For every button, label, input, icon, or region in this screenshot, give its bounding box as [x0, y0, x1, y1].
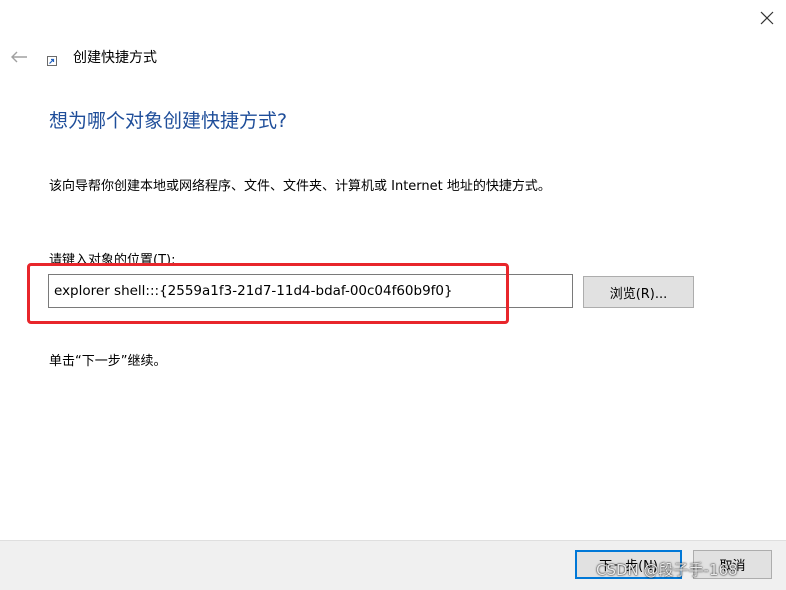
continue-hint: 单击“下一步”继续。 — [49, 354, 167, 369]
shortcut-icon — [47, 56, 57, 66]
cancel-button[interactable]: 取消 — [693, 550, 772, 579]
location-input[interactable] — [48, 274, 573, 308]
back-button[interactable] — [6, 44, 32, 70]
next-button[interactable]: 下一步(N) — [575, 550, 682, 579]
browse-button[interactable]: 浏览(R)... — [583, 276, 694, 308]
location-label: 请键入对象的位置(T): — [49, 253, 176, 268]
close-icon — [760, 11, 774, 25]
window-title: 创建快捷方式 — [73, 50, 157, 66]
wizard-description: 该向导帮你创建本地或网络程序、文件、文件夹、计算机或 Internet 地址的快… — [49, 179, 551, 194]
page-heading: 想为哪个对象创建快捷方式? — [49, 110, 288, 132]
close-button[interactable] — [748, 0, 786, 36]
back-arrow-icon — [11, 51, 27, 63]
